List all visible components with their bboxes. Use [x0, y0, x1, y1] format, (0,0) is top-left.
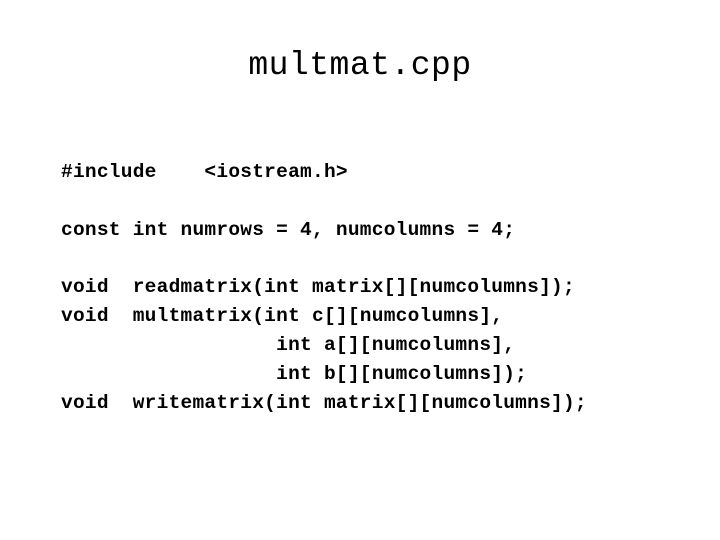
code-line-multmatrix-prototype: void multmatrix(int c[][numcolumns], [61, 305, 504, 327]
code-line-const-declaration: const int numrows = 4, numcolumns = 4; [61, 219, 516, 241]
code-line-include: #include <iostream.h> [61, 161, 348, 183]
code-line-multmatrix-param-b: int b[][numcolumns]); [61, 363, 528, 385]
code-line-writematrix-prototype: void writematrix(int matrix[][numcolumns… [61, 392, 587, 414]
code-line-multmatrix-param-a: int a[][numcolumns], [61, 334, 516, 356]
code-line-readmatrix-prototype: void readmatrix(int matrix[][numcolumns]… [61, 276, 575, 298]
slide-title: multmat.cpp [248, 47, 472, 84]
